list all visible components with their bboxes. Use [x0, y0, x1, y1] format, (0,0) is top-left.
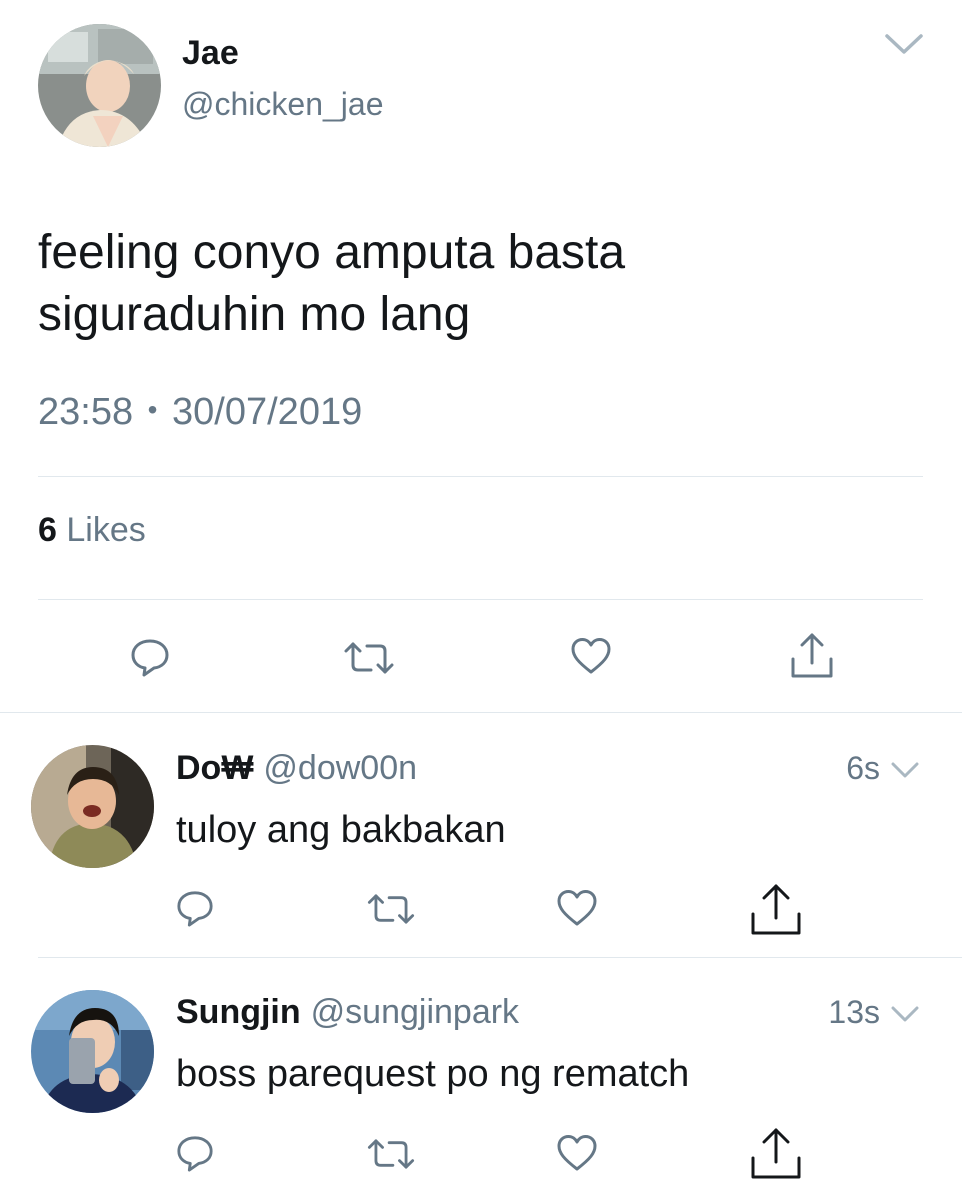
likes-count: 6: [38, 511, 57, 549]
reply-avatar[interactable]: [31, 745, 154, 868]
likes-stat[interactable]: 6 Likes: [38, 510, 146, 550]
heart-icon[interactable]: [570, 637, 612, 675]
likes-label: Likes: [66, 511, 146, 549]
reply-meta: Do₩ @dow00n: [176, 748, 417, 788]
chevron-down-icon[interactable]: [890, 1004, 920, 1024]
divider: [38, 599, 923, 600]
reply-icon[interactable]: [176, 889, 214, 927]
chevron-down-icon[interactable]: [884, 32, 924, 58]
reply-author-name[interactable]: Sungjin: [176, 993, 301, 1031]
share-icon[interactable]: [750, 884, 802, 936]
reply-avatar[interactable]: [31, 990, 154, 1113]
reply-icon[interactable]: [176, 1134, 214, 1172]
author-avatar[interactable]: [38, 24, 161, 147]
reply-author-name[interactable]: Do₩: [176, 749, 253, 787]
author-name[interactable]: Jae: [182, 34, 239, 72]
tweet-time: 23:58: [38, 391, 134, 433]
retweet-icon[interactable]: [366, 893, 416, 925]
reply-text: boss parequest po ng rematch: [176, 1053, 690, 1095]
reply-time[interactable]: 13s: [828, 992, 880, 1032]
chevron-down-icon[interactable]: [890, 760, 920, 780]
tweet-text-line: feeling conyo amputa basta: [38, 226, 626, 279]
divider: [38, 476, 923, 477]
section-divider: [0, 712, 962, 713]
heart-icon[interactable]: [556, 1134, 598, 1172]
tweet-timestamp[interactable]: 23:58 • 30/07/2019: [38, 390, 362, 437]
retweet-icon[interactable]: [343, 641, 395, 675]
divider: [38, 957, 962, 958]
share-icon[interactable]: [750, 1128, 802, 1180]
reply-text: tuloy ang bakbakan: [176, 809, 506, 851]
author-handle[interactable]: @chicken_jae: [182, 86, 383, 122]
reply-author-handle[interactable]: @sungjinpark: [311, 993, 519, 1031]
reply-icon[interactable]: [130, 637, 170, 677]
share-icon[interactable]: [790, 633, 834, 679]
reply-author-handle[interactable]: @dow00n: [263, 749, 417, 787]
retweet-icon[interactable]: [366, 1138, 416, 1170]
reply-meta: Sungjin @sungjinpark: [176, 992, 519, 1032]
reply-time[interactable]: 6s: [846, 748, 880, 788]
heart-icon[interactable]: [556, 889, 598, 927]
separator-dot: •: [147, 394, 158, 425]
tweet-text: feeling conyo amputa basta siguraduhin m…: [38, 222, 625, 346]
tweet-date: 30/07/2019: [172, 391, 363, 433]
tweet-text-line: siguraduhin mo lang: [38, 288, 471, 341]
